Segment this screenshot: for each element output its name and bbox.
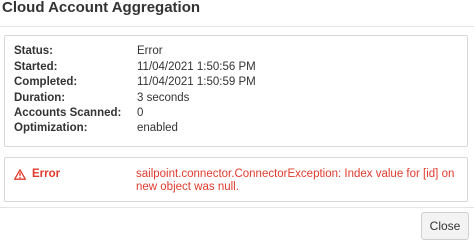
accounts-scanned-row: Accounts Scanned: 0 bbox=[14, 107, 454, 122]
dialog-header: Cloud Account Aggregation bbox=[0, 0, 474, 24]
optimization-label: Optimization: bbox=[14, 122, 88, 134]
started-label: Started: bbox=[14, 61, 58, 73]
close-button[interactable]: Close bbox=[421, 212, 469, 240]
duration-row: Duration: 3 seconds bbox=[14, 92, 454, 107]
error-label: Error bbox=[32, 168, 61, 180]
warning-triangle-icon bbox=[14, 168, 26, 180]
completed-value: 11/04/2021 1:50:59 PM bbox=[137, 76, 256, 88]
status-value: Error bbox=[137, 45, 163, 57]
started-row: Started: 11/04/2021 1:50:56 PM bbox=[14, 61, 454, 76]
completed-row: Completed: 11/04/2021 1:50:59 PM bbox=[14, 76, 454, 91]
accounts-scanned-label: Accounts Scanned: bbox=[14, 107, 122, 119]
started-value: 11/04/2021 1:50:56 PM bbox=[137, 61, 256, 73]
optimization-value: enabled bbox=[137, 122, 178, 134]
optimization-row: Optimization: enabled bbox=[14, 122, 454, 137]
status-label: Status: bbox=[14, 45, 53, 57]
error-heading: Error bbox=[14, 168, 60, 180]
status-row: Status: Error bbox=[14, 45, 454, 60]
error-panel: Error sailpoint.connector.ConnectorExcep… bbox=[4, 157, 468, 202]
completed-label: Completed: bbox=[14, 76, 78, 88]
footer-divider bbox=[0, 207, 474, 208]
accounts-scanned-value: 0 bbox=[137, 107, 144, 119]
duration-value: 3 seconds bbox=[137, 92, 190, 104]
aggregation-dialog: Cloud Account Aggregation Status: Error … bbox=[0, 0, 474, 249]
error-message: sailpoint.connector.ConnectorException: … bbox=[136, 168, 455, 193]
duration-label: Duration: bbox=[14, 92, 66, 104]
header-divider bbox=[0, 26, 474, 27]
dialog-title: Cloud Account Aggregation bbox=[2, 0, 201, 16]
details-panel: Status: Error Started: 11/04/2021 1:50:5… bbox=[4, 35, 468, 147]
